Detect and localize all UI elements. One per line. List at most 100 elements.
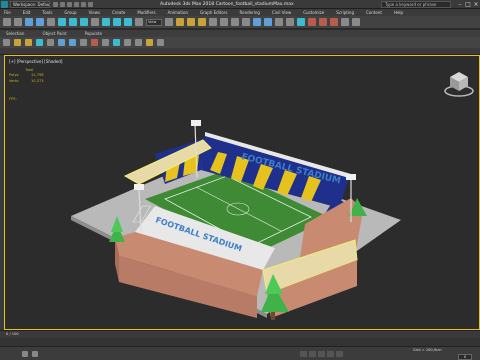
previous-frame-icon[interactable]: [309, 351, 316, 357]
select-by-name-icon[interactable]: [69, 18, 77, 26]
light-icon[interactable]: [58, 39, 65, 46]
maximize-icon[interactable]: □: [464, 0, 472, 9]
undo-icon[interactable]: [74, 1, 79, 7]
pivot-center-icon[interactable]: [165, 18, 173, 26]
play-icon[interactable]: [318, 351, 325, 357]
current-frame-input[interactable]: 0: [458, 354, 472, 360]
open-explorer-icon[interactable]: [352, 18, 360, 26]
main-toolbar: View: [0, 16, 480, 29]
menu-bar: File Edit Tools Group Views Create Modif…: [0, 9, 480, 16]
edit-named-selection-icon[interactable]: [220, 18, 228, 26]
bind-space-warp-icon[interactable]: [47, 18, 55, 26]
placement-icon[interactable]: [135, 18, 143, 26]
snaps-toggle-icon[interactable]: [176, 18, 184, 26]
box-icon[interactable]: [25, 39, 32, 46]
curve-editor-icon[interactable]: [275, 18, 283, 26]
region-select-icon[interactable]: [80, 18, 88, 26]
quick-access-toolbar: [53, 1, 93, 7]
window-crossing-icon[interactable]: [91, 18, 99, 26]
hierarchy-icon[interactable]: [124, 39, 131, 46]
lock-selection-icon[interactable]: [32, 351, 38, 357]
save-icon[interactable]: [67, 1, 72, 7]
spinner-snap-icon[interactable]: [209, 18, 217, 26]
time-slider-frame[interactable]: 0 / 100: [6, 332, 19, 336]
minimize-icon[interactable]: –: [456, 0, 464, 9]
move-icon[interactable]: [102, 18, 110, 26]
angle-snap-icon[interactable]: [187, 18, 195, 26]
sphere-icon[interactable]: [14, 39, 21, 46]
status-bar: Grid = 100,0cm 0: [0, 346, 480, 360]
menu-group[interactable]: Group: [64, 10, 76, 15]
modifier-icon[interactable]: [113, 39, 120, 46]
layer-explorer-icon[interactable]: [253, 18, 261, 26]
menu-content[interactable]: Content: [366, 10, 382, 15]
link-icon[interactable]: [25, 18, 33, 26]
time-slider[interactable]: 0 / 100: [0, 330, 480, 338]
animation-controls: [300, 351, 343, 357]
menu-rendering[interactable]: Rendering: [240, 10, 260, 15]
new-file-icon[interactable]: [53, 1, 58, 7]
space-warp-icon[interactable]: [91, 39, 98, 46]
reference-coordinate-dropdown[interactable]: View: [146, 18, 162, 26]
go-to-end-icon[interactable]: [336, 351, 343, 357]
scale-icon[interactable]: [124, 18, 132, 26]
track-bar[interactable]: [0, 338, 480, 346]
search-input[interactable]: Type a keyword or phrase: [381, 1, 451, 8]
menu-modifiers[interactable]: Modifiers: [137, 10, 155, 15]
go-to-start-icon[interactable]: [300, 351, 307, 357]
perspective-viewport[interactable]: [+] [Perspective] [Shaded] Total Polys: …: [4, 55, 480, 330]
helper-icon[interactable]: [80, 39, 87, 46]
next-frame-icon[interactable]: [327, 351, 334, 357]
redo-button-icon[interactable]: [14, 18, 22, 26]
project-folder-icon[interactable]: [88, 1, 93, 7]
unlink-icon[interactable]: [36, 18, 44, 26]
select-object-icon[interactable]: [58, 18, 66, 26]
menu-customize[interactable]: Customize: [303, 10, 324, 15]
percent-snap-icon[interactable]: [198, 18, 206, 26]
ribbon-tab-selection[interactable]: Selection: [6, 31, 24, 36]
plane-icon[interactable]: [47, 39, 54, 46]
mirror-icon[interactable]: [231, 18, 239, 26]
close-icon[interactable]: ×: [472, 0, 480, 9]
viewport-tab-bar: [0, 48, 480, 55]
workspace-dropdown[interactable]: Workspace: Default: [10, 0, 50, 8]
menu-civil-view[interactable]: Civil View: [272, 10, 291, 15]
window-controls: – □ ×: [456, 0, 480, 9]
secondary-toolbar: [0, 37, 480, 48]
rotate-icon[interactable]: [113, 18, 121, 26]
cylinder-icon[interactable]: [36, 39, 43, 46]
app-logo-icon[interactable]: [1, 0, 8, 8]
motion-icon[interactable]: [135, 39, 142, 46]
menu-tools[interactable]: Tools: [42, 10, 52, 15]
camera-icon[interactable]: [69, 39, 76, 46]
title-bar: Workspace: Default Autodesk 3ds Max 2018…: [0, 0, 480, 9]
material-editor-icon[interactable]: [297, 18, 305, 26]
ribbon-tab-object-paint[interactable]: Object Paint: [42, 31, 66, 36]
menu-help[interactable]: Help: [394, 10, 403, 15]
undo-button-icon[interactable]: [3, 18, 11, 26]
systems-icon[interactable]: [102, 39, 109, 46]
polygon-modeling-icon[interactable]: [3, 39, 10, 46]
stadium-model[interactable]: FOOTBALL STADIUM FOOTBALL STADIUM: [5, 56, 480, 331]
menu-file[interactable]: File: [4, 10, 11, 15]
menu-views[interactable]: Views: [89, 10, 101, 15]
a360-icon[interactable]: [341, 18, 349, 26]
scene-explorer-icon[interactable]: [264, 18, 272, 26]
display-icon[interactable]: [146, 39, 153, 46]
window-title: Autodesk 3ds Max 2018 Cartoon_football_s…: [160, 2, 294, 7]
menu-animation[interactable]: Animation: [168, 10, 188, 15]
schematic-view-icon[interactable]: [286, 18, 294, 26]
align-icon[interactable]: [242, 18, 250, 26]
redo-icon[interactable]: [81, 1, 86, 7]
maxscript-listener-icon[interactable]: [22, 351, 28, 357]
render-production-icon[interactable]: [330, 18, 338, 26]
render-setup-icon[interactable]: [308, 18, 316, 26]
open-file-icon[interactable]: [60, 1, 65, 7]
menu-graph-editors[interactable]: Graph Editors: [200, 10, 227, 15]
menu-scripting[interactable]: Scripting: [336, 10, 354, 15]
rendered-frame-window-icon[interactable]: [319, 18, 327, 26]
menu-edit[interactable]: Edit: [23, 10, 31, 15]
ribbon-tab-populate[interactable]: Populate: [85, 31, 102, 36]
menu-create[interactable]: Create: [112, 10, 125, 15]
utilities-icon[interactable]: [157, 39, 164, 46]
